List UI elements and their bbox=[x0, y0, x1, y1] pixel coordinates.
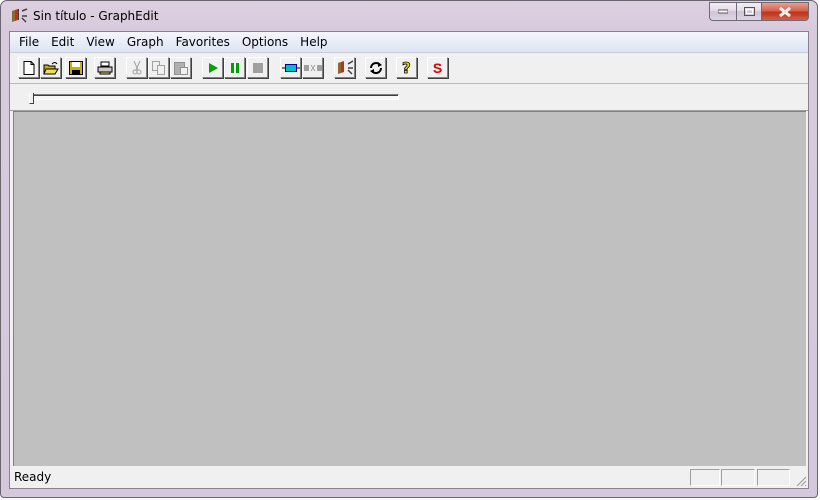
help-button[interactable]: ? bbox=[396, 57, 417, 78]
new-button[interactable] bbox=[18, 57, 39, 78]
new-document-icon bbox=[23, 60, 34, 75]
stop-button[interactable] bbox=[247, 57, 268, 78]
title-bar[interactable]: Sin título - GraphEdit bbox=[1, 1, 817, 31]
insert-filter-button[interactable] bbox=[280, 57, 301, 78]
seek-bar bbox=[10, 84, 808, 111]
graphedit-app-icon bbox=[12, 8, 28, 23]
stop-icon bbox=[252, 62, 263, 73]
status-pane-2 bbox=[721, 469, 755, 486]
play-button[interactable] bbox=[202, 57, 223, 78]
pause-button[interactable] bbox=[224, 57, 245, 78]
graphedit-filters-icon bbox=[337, 59, 353, 75]
graphedit-window: Sin título - GraphEdit File Edit View Gr… bbox=[0, 0, 818, 498]
paste-button[interactable] bbox=[170, 57, 191, 78]
copy-icon bbox=[151, 60, 165, 75]
print-icon bbox=[97, 61, 112, 74]
open-folder-icon bbox=[42, 61, 59, 74]
help-icon: ? bbox=[401, 60, 411, 76]
cut-icon bbox=[132, 60, 141, 74]
status-text: Ready bbox=[14, 470, 52, 484]
refresh-icon bbox=[369, 61, 382, 74]
status-bar: Ready bbox=[10, 466, 808, 488]
disconnect-button[interactable] bbox=[302, 57, 323, 78]
menu-graph[interactable]: Graph bbox=[121, 32, 170, 52]
graph-canvas[interactable] bbox=[13, 111, 806, 474]
open-button[interactable] bbox=[40, 57, 61, 78]
refresh-button[interactable] bbox=[365, 57, 386, 78]
maximize-button[interactable] bbox=[736, 2, 762, 21]
menu-edit[interactable]: Edit bbox=[45, 32, 80, 52]
menu-bar: File Edit View Graph Favorites Options H… bbox=[10, 32, 808, 53]
menu-options[interactable]: Options bbox=[236, 32, 294, 52]
insert-filter-icon bbox=[281, 63, 300, 72]
menu-file[interactable]: File bbox=[10, 32, 45, 52]
client-area: File Edit View Graph Favorites Options H… bbox=[9, 31, 809, 489]
copy-button[interactable] bbox=[148, 57, 169, 78]
close-button[interactable] bbox=[762, 2, 809, 21]
maximize-icon bbox=[743, 7, 755, 16]
play-icon bbox=[208, 62, 218, 73]
window-title: Sin título - GraphEdit bbox=[33, 9, 159, 23]
resize-grip-icon[interactable] bbox=[795, 475, 807, 487]
seek-track[interactable] bbox=[29, 94, 399, 100]
toolbar: ? S bbox=[10, 53, 808, 84]
close-icon bbox=[779, 6, 791, 17]
menu-view[interactable]: View bbox=[80, 32, 120, 52]
seek-s-icon: S bbox=[432, 59, 443, 76]
seek-s-button[interactable]: S bbox=[427, 57, 448, 78]
status-pane-3 bbox=[757, 469, 790, 486]
status-pane-1 bbox=[690, 469, 720, 486]
disconnect-filter-icon bbox=[303, 64, 322, 71]
paste-icon bbox=[173, 61, 188, 75]
menu-favorites[interactable]: Favorites bbox=[170, 32, 236, 52]
graphedit-filters-button[interactable] bbox=[334, 57, 355, 78]
save-disk-icon bbox=[68, 60, 83, 75]
minimize-icon bbox=[718, 9, 728, 14]
cut-button[interactable] bbox=[126, 57, 147, 78]
svg-text:?: ? bbox=[402, 60, 411, 76]
pause-icon bbox=[230, 62, 239, 73]
print-button[interactable] bbox=[94, 57, 115, 78]
menu-help[interactable]: Help bbox=[294, 32, 333, 52]
minimize-button[interactable] bbox=[709, 2, 736, 21]
seek-thumb[interactable] bbox=[29, 93, 34, 104]
save-button[interactable] bbox=[65, 57, 86, 78]
